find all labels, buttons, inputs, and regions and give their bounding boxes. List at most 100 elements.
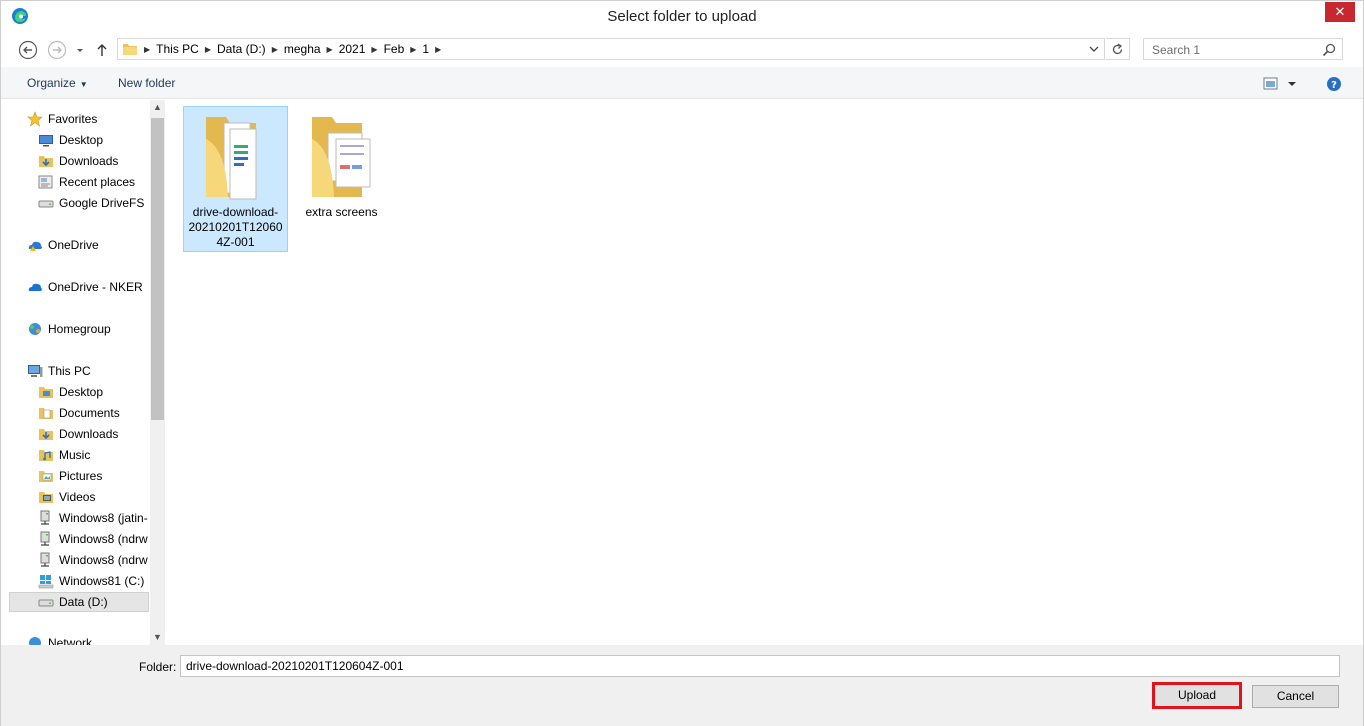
nav-label: Network (48, 636, 93, 645)
desktop-icon (39, 135, 53, 147)
chevron-up-icon[interactable]: ▲ (150, 100, 165, 115)
search-icon (1322, 43, 1336, 57)
file-dialog-window: Select folder to upload ✕ ▶ This PC ▶ Da… (0, 0, 1364, 726)
refresh-icon (1112, 43, 1123, 55)
nav-this-pc-music[interactable]: Music (38, 445, 165, 465)
view-icon (1263, 77, 1278, 90)
scrollbar-thumb[interactable] (151, 118, 164, 420)
network-icon (29, 637, 41, 645)
navigation-scrollbar[interactable]: ▲ ▼ (150, 100, 165, 645)
nav-favorites-downloads[interactable]: Downloads (38, 151, 165, 171)
network-drive-icon (40, 531, 50, 546)
pictures-folder-icon (39, 471, 53, 482)
nav-label: OneDrive (48, 238, 99, 252)
nav-favorites[interactable]: Favorites (27, 109, 165, 129)
close-button[interactable]: ✕ (1325, 2, 1355, 22)
close-icon: ✕ (1334, 4, 1346, 19)
nav-onedrive[interactable]: OneDrive (27, 235, 165, 255)
nav-network-drive-3[interactable]: Windows8 (ndrw (38, 550, 165, 570)
breadcrumb-megha[interactable]: megha (280, 42, 325, 56)
nav-label: Downloads (59, 427, 119, 441)
folder-with-screenshots-icon (311, 117, 370, 197)
nav-this-pc-downloads[interactable]: Downloads (38, 424, 165, 444)
breadcrumb-2021[interactable]: 2021 (335, 42, 370, 56)
organize-label: Organize (27, 76, 76, 90)
address-dropdown-chevron-icon[interactable] (1088, 43, 1100, 55)
downloads-folder-icon (39, 156, 53, 167)
address-row: ▶ This PC ▶ Data (D:) ▶ megha ▶ 2021 ▶ F… (1, 32, 1363, 67)
nav-network-drive-1[interactable]: Windows8 (jatin- (38, 508, 165, 528)
nav-network-drive-2[interactable]: Windows8 (ndrw (38, 529, 165, 549)
folder-item-extra-screens[interactable]: extra screens (289, 106, 394, 252)
breadcrumb-feb[interactable]: Feb (380, 42, 409, 56)
nav-favorites-google-drivefs[interactable]: Google DriveFS (38, 193, 165, 213)
nav-label: Windows8 (ndrw (59, 532, 148, 546)
nav-label: Videos (59, 490, 96, 504)
breadcrumb-separator-icon[interactable]: ▶ (270, 45, 280, 54)
refresh-button[interactable] (1106, 38, 1130, 60)
nav-this-pc[interactable]: This PC (27, 361, 165, 381)
nav-homegroup[interactable]: Homegroup (27, 319, 165, 339)
nav-drive-c[interactable]: Windows81 (C:) (38, 571, 165, 591)
breadcrumb-1[interactable]: 1 (418, 42, 433, 56)
nav-label: Desktop (59, 133, 104, 147)
title-bar: Select folder to upload ✕ (1, 1, 1363, 32)
back-arrow-icon[interactable] (18, 40, 38, 60)
folder-label: Folder: (139, 660, 177, 674)
breadcrumb-separator-icon[interactable]: ▶ (408, 45, 418, 54)
nav-label: This PC (48, 364, 91, 378)
nav-onedrive-nker[interactable]: OneDrive - NKER (27, 277, 165, 297)
nav-label: Data (D:) (59, 595, 108, 609)
help-icon[interactable]: ? (1326, 76, 1342, 92)
breadcrumb-separator-icon[interactable]: ▶ (433, 45, 443, 54)
nav-favorites-recent-places[interactable]: Recent places (38, 172, 165, 192)
navigation-pane: Favorites Desktop Downloads Recent place… (9, 100, 165, 645)
nav-label: Google DriveFS (59, 196, 145, 210)
nav-favorites-desktop[interactable]: Desktop (38, 130, 165, 150)
videos-folder-icon (39, 492, 53, 503)
folder-item-drive-download[interactable]: drive-download-20210201T120604Z-001 (183, 106, 288, 252)
nav-label: Windows8 (jatin- (59, 511, 148, 525)
breadcrumb-separator-icon[interactable]: ▶ (325, 45, 335, 54)
nav-label: Windows81 (C:) (59, 574, 145, 588)
organize-menu[interactable]: Organize ▼ (27, 76, 88, 90)
file-list: drive-download-20210201T120604Z-001 extr… (167, 100, 1363, 645)
chevron-down-icon[interactable]: ▼ (150, 630, 165, 645)
downloads-folder-icon (39, 429, 53, 440)
recent-places-icon (38, 175, 53, 189)
search-input[interactable]: Search 1 (1143, 38, 1343, 60)
breadcrumb-separator-icon[interactable]: ▶ (369, 45, 379, 54)
breadcrumb-separator-icon[interactable]: ▶ (203, 45, 213, 54)
folder-name-field[interactable] (180, 655, 1340, 677)
nav-label: Favorites (48, 112, 98, 126)
svg-text:?: ? (1331, 80, 1337, 91)
dialog-footer: Folder: Upload Cancel (1, 645, 1363, 726)
nav-this-pc-videos[interactable]: Videos (38, 487, 165, 507)
nav-label: Pictures (59, 469, 103, 483)
forward-arrow-icon[interactable] (47, 40, 67, 60)
nav-this-pc-pictures[interactable]: Pictures (38, 466, 165, 486)
breadcrumb-separator-icon: ▶ (144, 44, 151, 54)
breadcrumb-data-d[interactable]: Data (D:) (213, 42, 270, 56)
nav-this-pc-desktop[interactable]: Desktop (38, 382, 165, 402)
desktop-folder-icon (39, 387, 53, 398)
documents-folder-icon (39, 408, 53, 419)
upload-button[interactable]: Upload (1152, 682, 1242, 709)
star-icon (27, 111, 43, 127)
recent-locations-chevron-icon[interactable] (74, 40, 86, 60)
breadcrumb-this-pc[interactable]: This PC (152, 42, 203, 56)
nav-this-pc-documents[interactable]: Documents (38, 403, 165, 423)
nav-network[interactable]: Network (27, 633, 165, 645)
nav-label: Downloads (59, 154, 119, 168)
music-folder-icon (39, 450, 53, 461)
cancel-button[interactable]: Cancel (1252, 685, 1339, 708)
nav-drive-d[interactable]: Data (D:) (9, 592, 149, 612)
computer-icon (28, 365, 43, 377)
dialog-title: Select folder to upload (607, 8, 757, 25)
address-bar[interactable]: ▶ This PC ▶ Data (D:) ▶ megha ▶ 2021 ▶ F… (117, 38, 1105, 60)
up-arrow-icon[interactable] (94, 40, 110, 60)
new-folder-button[interactable]: New folder (118, 76, 175, 90)
change-view-button[interactable] (1263, 76, 1303, 92)
network-drive-icon (40, 552, 50, 567)
nav-label: Music (59, 448, 91, 462)
